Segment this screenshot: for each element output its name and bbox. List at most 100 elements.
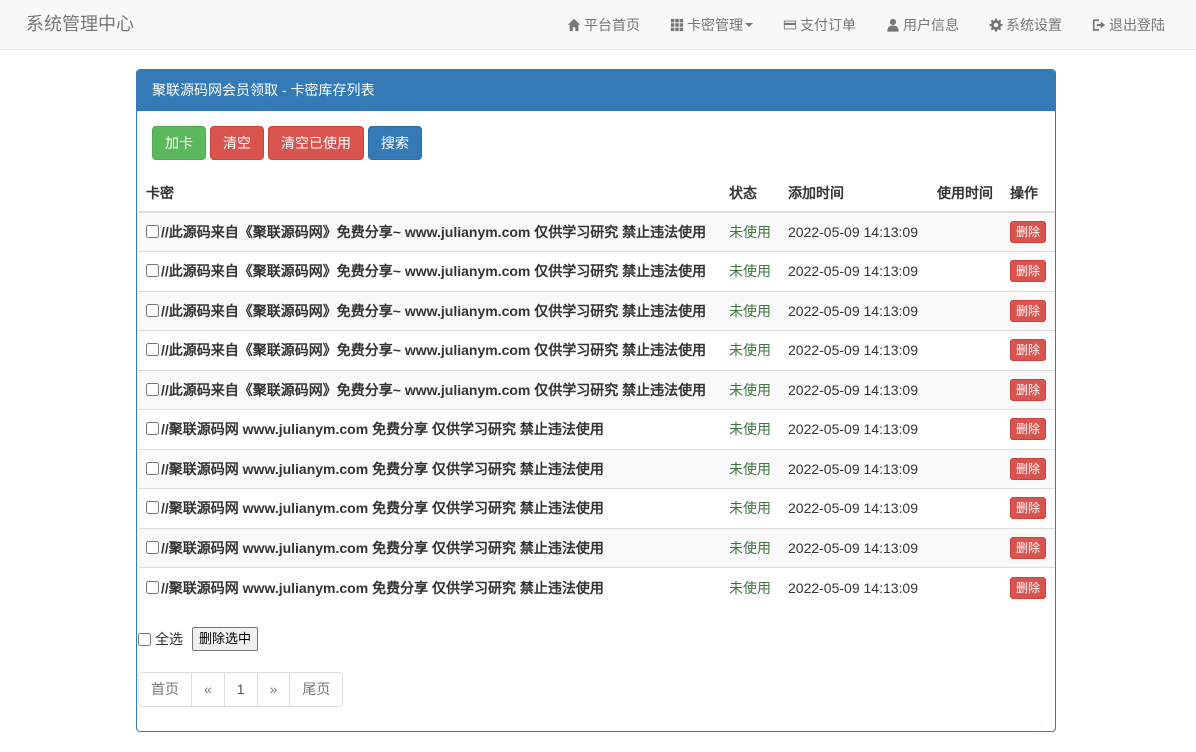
status-cell: 未使用 — [721, 527, 780, 568]
action-cell: 删除 — [1002, 290, 1055, 331]
card-cell: //聚联源码网 www.julianym.com 免费分享 仅供学习研究 禁止违… — [138, 567, 721, 607]
page-next[interactable]: » — [256, 673, 290, 706]
action-cell: 删除 — [1002, 488, 1055, 528]
row-checkbox[interactable] — [146, 461, 159, 475]
top-navbar: 系统管理中心 平台首页 卡密管理 支付订单 用户信息 系统设置 退出登陆 — [0, 0, 1196, 50]
nav-item-system-settings[interactable]: 系统设置 — [974, 0, 1077, 50]
delete-button[interactable]: 删除 — [1010, 576, 1047, 599]
nav-item-payment-orders[interactable]: 支付订单 — [768, 0, 871, 50]
row-checkbox[interactable] — [146, 225, 159, 238]
row-checkbox[interactable] — [146, 501, 159, 515]
pagination: 首页 « 1 » 尾页 — [138, 672, 344, 707]
row-checkbox[interactable] — [146, 382, 159, 396]
search-button[interactable]: 搜索 — [368, 126, 422, 160]
table-row: //聚联源码网 www.julianym.com 免费分享 仅供学习研究 禁止违… — [138, 527, 1055, 568]
home-icon — [567, 18, 581, 32]
card-cell: //聚联源码网 www.julianym.com 免费分享 仅供学习研究 禁止违… — [138, 409, 721, 449]
nav-item-label: 用户信息 — [903, 17, 959, 33]
action-cell: 删除 — [1002, 211, 1055, 252]
action-cell: 删除 — [1002, 330, 1055, 370]
added-time-cell: 2022-05-09 14:13:09 — [780, 448, 929, 489]
action-cell: 删除 — [1002, 527, 1055, 568]
action-cell: 删除 — [1002, 448, 1055, 489]
used-time-cell — [929, 211, 1002, 252]
credit-card-icon — [783, 20, 797, 30]
delete-button[interactable]: 删除 — [1010, 339, 1047, 362]
column-header-added-time: 添加时间 — [780, 174, 929, 213]
delete-button[interactable]: 删除 — [1010, 221, 1047, 243]
status-cell: 未使用 — [721, 488, 780, 528]
added-time-cell: 2022-05-09 14:13:09 — [780, 488, 929, 528]
bulk-actions: 全选 删除选中 — [137, 627, 259, 651]
column-header-card: 卡密 — [138, 174, 721, 213]
status-cell: 未使用 — [721, 567, 780, 607]
table-row: //聚联源码网 www.julianym.com 免费分享 仅供学习研究 禁止违… — [138, 409, 1055, 449]
card-text: //聚联源码网 www.julianym.com 免费分享 仅供学习研究 禁止违… — [161, 539, 604, 556]
added-time-cell: 2022-05-09 14:13:09 — [780, 369, 929, 410]
used-time-cell — [929, 527, 1002, 568]
grid-icon — [670, 18, 684, 32]
status-cell: 未使用 — [721, 211, 780, 252]
nav-item-label: 平台首页 — [584, 17, 640, 33]
card-inventory-panel: 聚联源码网会员领取 - 卡密库存列表 加卡 清空 清空已使用 搜索 卡密 状态 … — [136, 69, 1056, 732]
delete-button[interactable]: 删除 — [1010, 457, 1047, 480]
table-row: //此源码来自《聚联源码网》免费分享~ www.julianym.com 仅供学… — [138, 369, 1055, 410]
used-time-cell — [929, 488, 1002, 528]
card-text: //聚联源码网 www.julianym.com 免费分享 仅供学习研究 禁止违… — [161, 460, 604, 477]
delete-button[interactable]: 删除 — [1010, 536, 1047, 559]
select-all-label[interactable]: 全选 — [155, 629, 183, 649]
card-table: 卡密 状态 添加时间 使用时间 操作 //此源码来自《聚联源码网》免费分享~ w… — [138, 174, 1055, 607]
delete-button[interactable]: 删除 — [1010, 378, 1047, 401]
nav-item-label: 支付订单 — [800, 17, 856, 33]
card-text: //此源码来自《聚联源码网》免费分享~ www.julianym.com 仅供学… — [161, 302, 707, 319]
status-cell: 未使用 — [721, 330, 780, 370]
table-row: //聚联源码网 www.julianym.com 免费分享 仅供学习研究 禁止违… — [138, 567, 1055, 607]
row-checkbox[interactable] — [146, 580, 159, 594]
panel-title: 聚联源码网会员领取 - 卡密库存列表 — [137, 70, 1055, 111]
row-checkbox[interactable] — [146, 343, 159, 357]
added-time-cell: 2022-05-09 14:13:09 — [780, 330, 929, 370]
table-row: //此源码来自《聚联源码网》免费分享~ www.julianym.com 仅供学… — [138, 290, 1055, 331]
page-last[interactable]: 尾页 — [289, 673, 342, 706]
row-checkbox[interactable] — [146, 303, 159, 317]
card-cell: //聚联源码网 www.julianym.com 免费分享 仅供学习研究 禁止违… — [138, 448, 721, 489]
table-header-row: 卡密 状态 添加时间 使用时间 操作 — [138, 174, 1055, 213]
nav-item-label: 卡密管理 — [687, 17, 743, 33]
card-cell: //此源码来自《聚联源码网》免费分享~ www.julianym.com 仅供学… — [138, 369, 721, 410]
used-time-cell — [929, 251, 1002, 291]
page-first[interactable]: 首页 — [139, 673, 191, 706]
used-time-cell — [929, 330, 1002, 370]
brand-title[interactable]: 系统管理中心 — [26, 13, 134, 35]
action-toolbar: 加卡 清空 清空已使用 搜索 — [152, 126, 426, 160]
card-text: //此源码来自《聚联源码网》免费分享~ www.julianym.com 仅供学… — [161, 342, 707, 359]
added-time-cell: 2022-05-09 14:13:09 — [780, 527, 929, 568]
nav-item-card-management[interactable]: 卡密管理 — [655, 0, 768, 50]
status-cell: 未使用 — [721, 251, 780, 291]
row-checkbox[interactable] — [146, 264, 159, 278]
card-text: //聚联源码网 www.julianym.com 免费分享 仅供学习研究 禁止违… — [161, 421, 604, 438]
page-prev[interactable]: « — [191, 673, 224, 706]
delete-button[interactable]: 删除 — [1010, 299, 1047, 322]
added-time-cell: 2022-05-09 14:13:09 — [780, 409, 929, 449]
used-time-cell — [929, 290, 1002, 331]
select-all-checkbox[interactable] — [138, 632, 151, 646]
action-cell: 删除 — [1002, 251, 1055, 291]
clear-button[interactable]: 清空 — [210, 126, 264, 160]
card-cell: //此源码来自《聚联源码网》免费分享~ www.julianym.com 仅供学… — [138, 211, 721, 252]
clear-used-button[interactable]: 清空已使用 — [268, 126, 364, 160]
delete-selected-button[interactable]: 删除选中 — [192, 627, 259, 651]
row-checkbox[interactable] — [146, 422, 159, 436]
nav-item-home[interactable]: 平台首页 — [552, 0, 655, 50]
table-row: //聚联源码网 www.julianym.com 免费分享 仅供学习研究 禁止违… — [138, 488, 1055, 528]
table-row: //聚联源码网 www.julianym.com 免费分享 仅供学习研究 禁止违… — [138, 448, 1055, 489]
nav-item-user-info[interactable]: 用户信息 — [871, 0, 974, 50]
add-card-button[interactable]: 加卡 — [152, 126, 206, 160]
table-row: //此源码来自《聚联源码网》免费分享~ www.julianym.com 仅供学… — [138, 211, 1055, 252]
delete-button[interactable]: 删除 — [1010, 497, 1047, 520]
delete-button[interactable]: 删除 — [1010, 260, 1047, 283]
row-checkbox[interactable] — [146, 540, 159, 554]
delete-button[interactable]: 删除 — [1010, 418, 1047, 441]
page-current[interactable]: 1 — [223, 673, 257, 706]
nav-item-logout[interactable]: 退出登陆 — [1077, 0, 1180, 50]
used-time-cell — [929, 448, 1002, 489]
